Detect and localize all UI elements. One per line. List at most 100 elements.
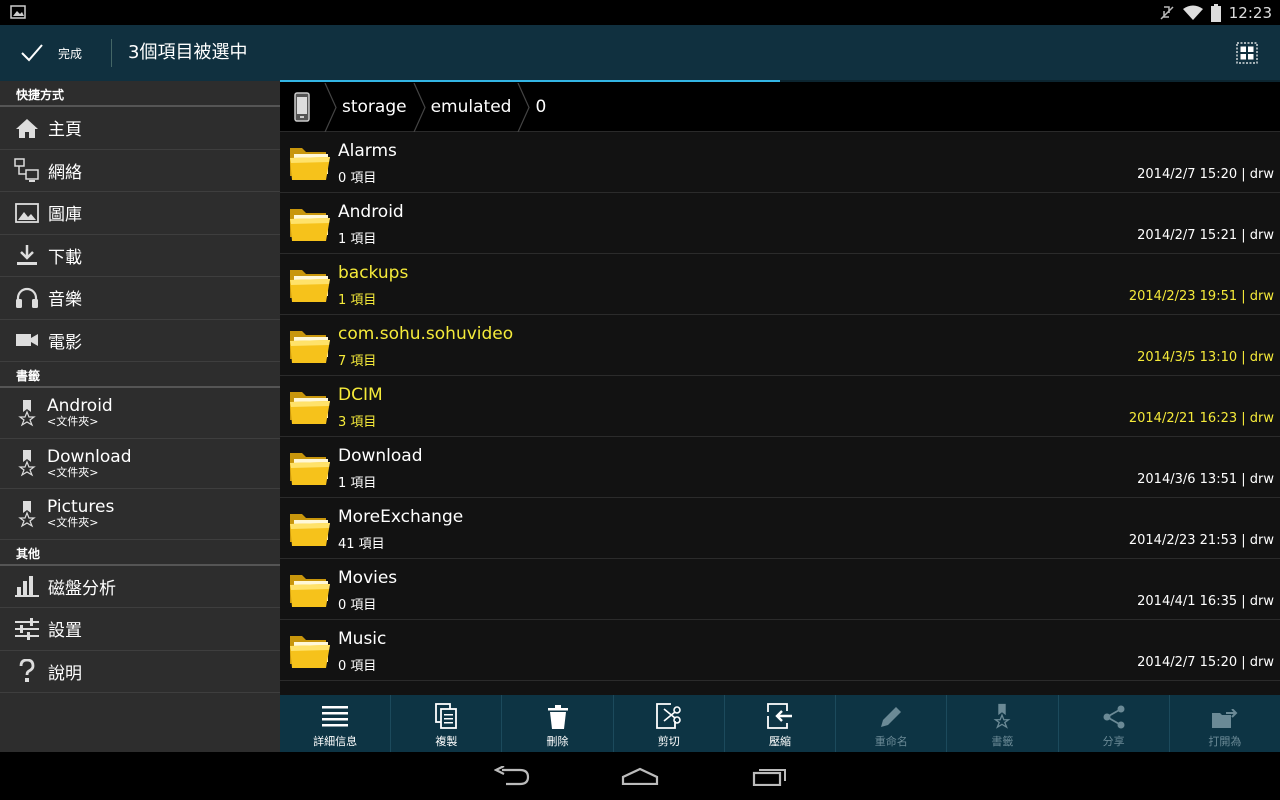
compress-button[interactable]: 壓縮 (725, 695, 837, 752)
file-row[interactable]: MoreExchange 41 項目 2014/2/23 21:53 | drw (280, 498, 1280, 559)
file-item-count: 1 項目 (338, 476, 377, 491)
bookmark-icon (992, 695, 1012, 729)
select-all-grid-icon[interactable] (1236, 42, 1258, 64)
copy-button[interactable]: 複製 (391, 695, 503, 752)
breadcrumb-label: emulated (430, 97, 512, 117)
file-name: Music (338, 629, 387, 649)
bookmark-type: <文件夾> (47, 415, 99, 429)
network-icon (12, 157, 42, 183)
file-name: Movies (338, 568, 398, 588)
bookmark-type: <文件夾> (47, 465, 99, 479)
share-icon (1102, 695, 1126, 729)
details-button[interactable]: 詳細信息 (280, 695, 392, 752)
bookmark-item-pictures[interactable]: Pictures <文件夾> (0, 489, 280, 540)
status-time: 12:23 (1228, 4, 1272, 22)
bookmark-item-android[interactable]: Android <文件夾> (0, 388, 280, 439)
cut-button[interactable]: 剪切 (614, 695, 725, 752)
back-button[interactable] (492, 762, 532, 790)
file-meta: 2014/3/6 13:51 | drw (1137, 472, 1274, 487)
back-icon (494, 766, 530, 786)
sidebar-item-music[interactable]: 音樂 (0, 277, 280, 320)
bookmark-button[interactable]: 書籤 (947, 695, 1059, 752)
sidebar-item-help[interactable]: 說明 (0, 651, 280, 693)
sidebar-item-label: 說明 (48, 663, 82, 684)
home-button[interactable] (620, 762, 660, 790)
download-icon (12, 242, 42, 268)
delete-button[interactable]: 刪除 (502, 695, 614, 752)
file-row[interactable]: backups 1 項目 2014/2/23 19:51 | drw (280, 254, 1280, 315)
bottom-action-bar: 詳細信息 複製 刪除 剪切 壓縮 重命名 書籤 分享 打開為 (280, 695, 1280, 752)
bookmark-icon (12, 398, 42, 428)
toolbar-label: 複製 (435, 735, 458, 748)
file-meta: 2014/2/23 21:53 | drw (1128, 533, 1274, 548)
cut-icon (655, 695, 682, 729)
sidebar-item-label: 網絡 (48, 162, 82, 183)
folder-icon (290, 148, 330, 180)
sidebar-item-home[interactable]: 主頁 (0, 107, 280, 150)
sidebar-item-disk-analysis[interactable]: 磁盤分析 (0, 566, 280, 608)
toolbar-label: 詳細信息 (313, 735, 358, 748)
sliders-icon (12, 616, 42, 642)
breadcrumb: storage emulated 0 (280, 82, 1280, 132)
folder-icon (290, 392, 330, 424)
share-button[interactable]: 分享 (1059, 695, 1170, 752)
folder-icon (290, 514, 330, 546)
checkmark-icon (21, 44, 43, 62)
folder-icon (290, 575, 330, 607)
device-storage-button[interactable] (280, 83, 324, 132)
breadcrumb-0[interactable]: 0 (517, 82, 552, 132)
sidebar-item-movies[interactable]: 電影 (0, 320, 280, 362)
trash-icon (547, 695, 568, 729)
file-row[interactable] (280, 681, 1280, 695)
wifi-icon (1182, 5, 1203, 20)
section-header-shortcuts: 快捷方式 (0, 81, 280, 107)
bookmark-type: <文件夾> (47, 516, 99, 530)
bookmark-label: Download (47, 446, 132, 467)
done-button[interactable]: 完成 (0, 25, 110, 81)
sidebar-item-label: 主頁 (48, 120, 82, 141)
sidebar-item-download[interactable]: 下載 (0, 235, 280, 277)
system-nav-bar (0, 752, 1280, 800)
file-row[interactable]: Download 1 項目 2014/3/6 13:51 | drw (280, 437, 1280, 498)
sidebar-item-settings[interactable]: 設置 (0, 608, 280, 651)
folder-icon (290, 331, 330, 363)
toolbar-label: 打開為 (1208, 735, 1242, 748)
chevron-separator-icon (413, 82, 426, 132)
rename-button[interactable]: 重命名 (836, 695, 948, 752)
file-meta: 2014/3/5 13:10 | drw (1137, 350, 1274, 365)
done-label: 完成 (58, 46, 83, 61)
sidebar-item-label: 電影 (48, 332, 82, 353)
sidebar-item-gallery[interactable]: 圖庫 (0, 192, 280, 235)
sidebar-item-label: 音樂 (48, 290, 82, 311)
breadcrumb-storage[interactable]: storage (324, 82, 413, 132)
home-nav-icon (621, 767, 659, 785)
file-row[interactable]: com.sohu.sohuvideo 7 項目 2014/3/5 13:10 |… (280, 315, 1280, 376)
sidebar-item-label: 磁盤分析 (48, 578, 116, 599)
pencil-icon (879, 695, 903, 729)
sidebar: 快捷方式 主頁 網絡 圖庫 下載 音樂 電影 書籤 Android <文件夾> … (0, 81, 280, 752)
file-row[interactable]: Android 1 項目 2014/2/7 15:21 | drw (280, 193, 1280, 254)
section-header-others: 其他 (0, 540, 280, 566)
folder-icon (290, 270, 330, 302)
file-row[interactable]: Movies 0 項目 2014/4/1 16:35 | drw (280, 559, 1280, 620)
breadcrumb-label: storage (342, 97, 407, 117)
recent-apps-button[interactable] (750, 762, 790, 790)
breadcrumb-emulated[interactable]: emulated (413, 82, 518, 132)
bookmark-icon (12, 448, 42, 478)
file-item-count: 0 項目 (338, 659, 377, 674)
file-row[interactable]: DCIM 3 項目 2014/2/21 16:23 | drw (280, 376, 1280, 437)
file-meta: 2014/2/23 19:51 | drw (1128, 289, 1274, 304)
toolbar-label: 分享 (1102, 735, 1125, 748)
bookmark-label: Pictures (47, 497, 115, 518)
bookmark-item-download[interactable]: Download <文件夾> (0, 439, 280, 489)
breadcrumb-label: 0 (535, 97, 547, 117)
sidebar-item-network[interactable]: 網絡 (0, 150, 280, 192)
file-row[interactable]: Music 0 項目 2014/2/7 15:20 | drw (280, 620, 1280, 681)
file-meta: 2014/2/21 16:23 | drw (1128, 411, 1274, 426)
selection-title: 3個項目被選中 (128, 42, 248, 63)
gallery-icon (12, 200, 42, 226)
open-as-button[interactable]: 打開為 (1170, 695, 1280, 752)
toolbar-label: 重命名 (874, 735, 908, 748)
file-row[interactable]: Alarms 0 項目 2014/2/7 15:20 | drw (280, 132, 1280, 193)
gallery-notification-icon (10, 5, 26, 19)
